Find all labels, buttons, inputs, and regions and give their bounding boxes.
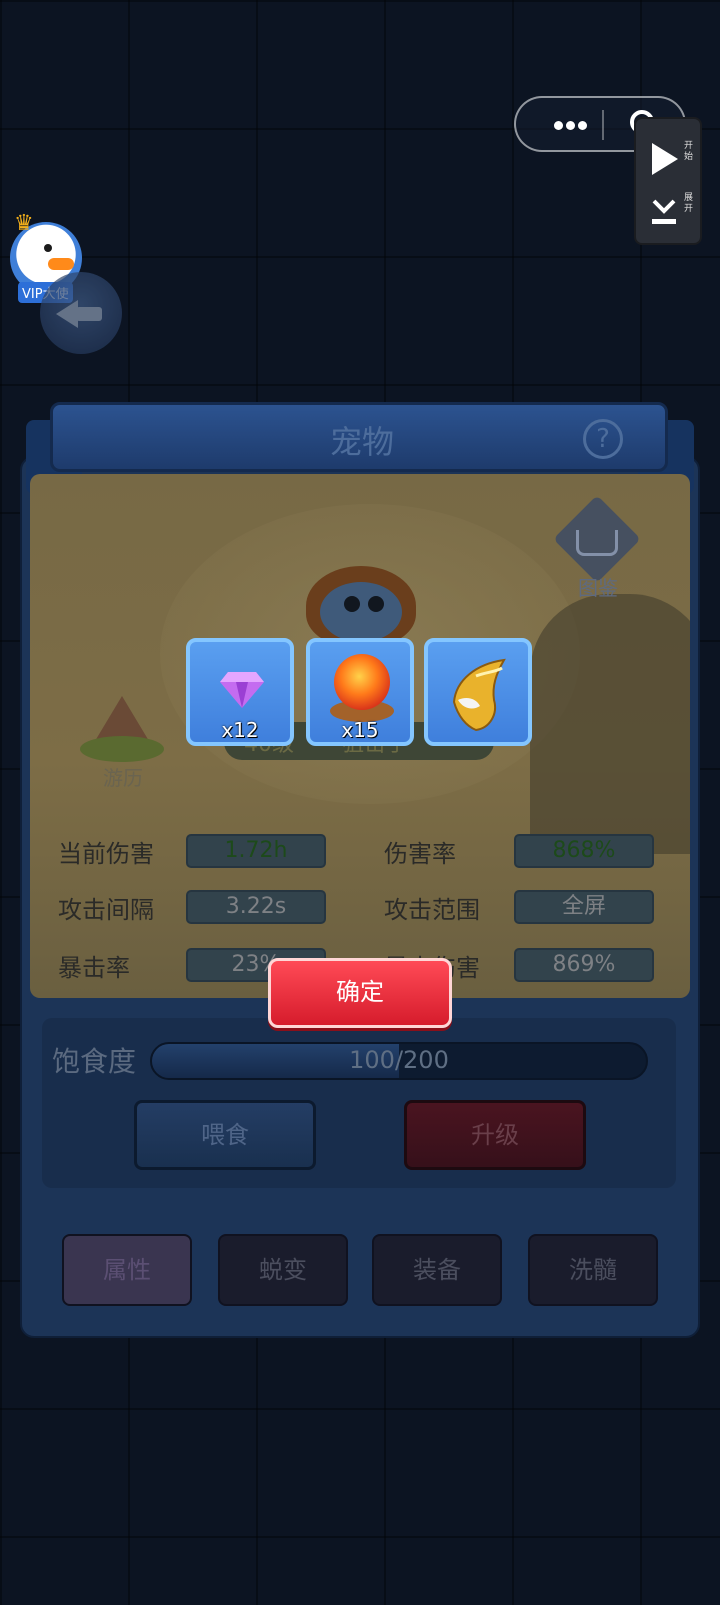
side-panel[interactable]: 开始 展开 <box>634 117 702 245</box>
back-arrow-bar <box>76 307 102 321</box>
back-arrow-icon <box>56 300 78 328</box>
feed-button[interactable]: 喂食 <box>134 1100 316 1170</box>
fire-orb-icon <box>334 654 390 710</box>
stat-value: 1.72h <box>186 834 326 868</box>
side-top-label: 开始 <box>684 141 694 162</box>
reward-item[interactable]: x12 <box>186 638 294 746</box>
confirm-button[interactable]: 确定 <box>268 958 452 1028</box>
tab-attributes[interactable]: 属性 <box>62 1234 192 1306</box>
stat-value: 868% <box>514 834 654 868</box>
purple-gem-icon <box>220 672 264 708</box>
tab-refine[interactable]: 洗髓 <box>528 1234 658 1306</box>
stat-value: 全屏 <box>514 890 654 924</box>
capsule-divider <box>602 110 604 140</box>
stat-label: 攻击范围 <box>384 896 480 924</box>
travel-button[interactable]: 游历 <box>78 690 168 790</box>
golden-eagle-helmet-icon <box>452 658 506 732</box>
pet-eye <box>344 596 360 612</box>
back-button[interactable] <box>40 272 122 354</box>
stat-value: 869% <box>514 948 654 982</box>
tab-equipment[interactable]: 装备 <box>372 1234 502 1306</box>
title-ribbon: 宠物 ? <box>50 402 668 472</box>
play-icon[interactable] <box>652 143 678 175</box>
page-title: 宠物 <box>329 423 394 461</box>
codex-label: 图鉴 <box>578 576 618 600</box>
crown-icon: ♛ <box>14 211 34 236</box>
stat-label: 攻击间隔 <box>58 896 154 924</box>
reward-item[interactable] <box>424 638 532 746</box>
side-bottom-label: 展开 <box>684 193 694 214</box>
stat-label: 伤害率 <box>384 840 456 868</box>
collapse-down-icon[interactable] <box>650 197 678 227</box>
tab-transform[interactable]: 蜕变 <box>218 1234 348 1306</box>
reward-qty: x12 <box>221 718 259 742</box>
stat-label: 暴击率 <box>58 954 130 982</box>
pet-face <box>320 582 402 642</box>
duck-eye <box>44 244 52 252</box>
duck-beak <box>48 258 74 270</box>
satiety-label: 饱食度 <box>52 1045 137 1078</box>
upgrade-button[interactable]: 升级 <box>404 1100 586 1170</box>
more-icon[interactable] <box>554 121 588 131</box>
travel-label: 游历 <box>103 766 143 790</box>
satiety-value: 100/200 <box>349 1046 449 1074</box>
codex-button[interactable]: 图鉴 <box>548 495 648 604</box>
stat-value: 3.22s <box>186 890 326 924</box>
book-icon <box>576 530 618 556</box>
reward-qty: x15 <box>341 718 379 742</box>
scene-hill <box>530 594 690 854</box>
help-icon[interactable]: ? <box>583 419 623 459</box>
satiety-bar: 100/200 <box>150 1042 648 1080</box>
island-base <box>80 736 164 762</box>
reward-item[interactable]: x15 <box>306 638 414 746</box>
pet-eye <box>368 596 384 612</box>
stat-label: 当前伤害 <box>58 840 154 868</box>
